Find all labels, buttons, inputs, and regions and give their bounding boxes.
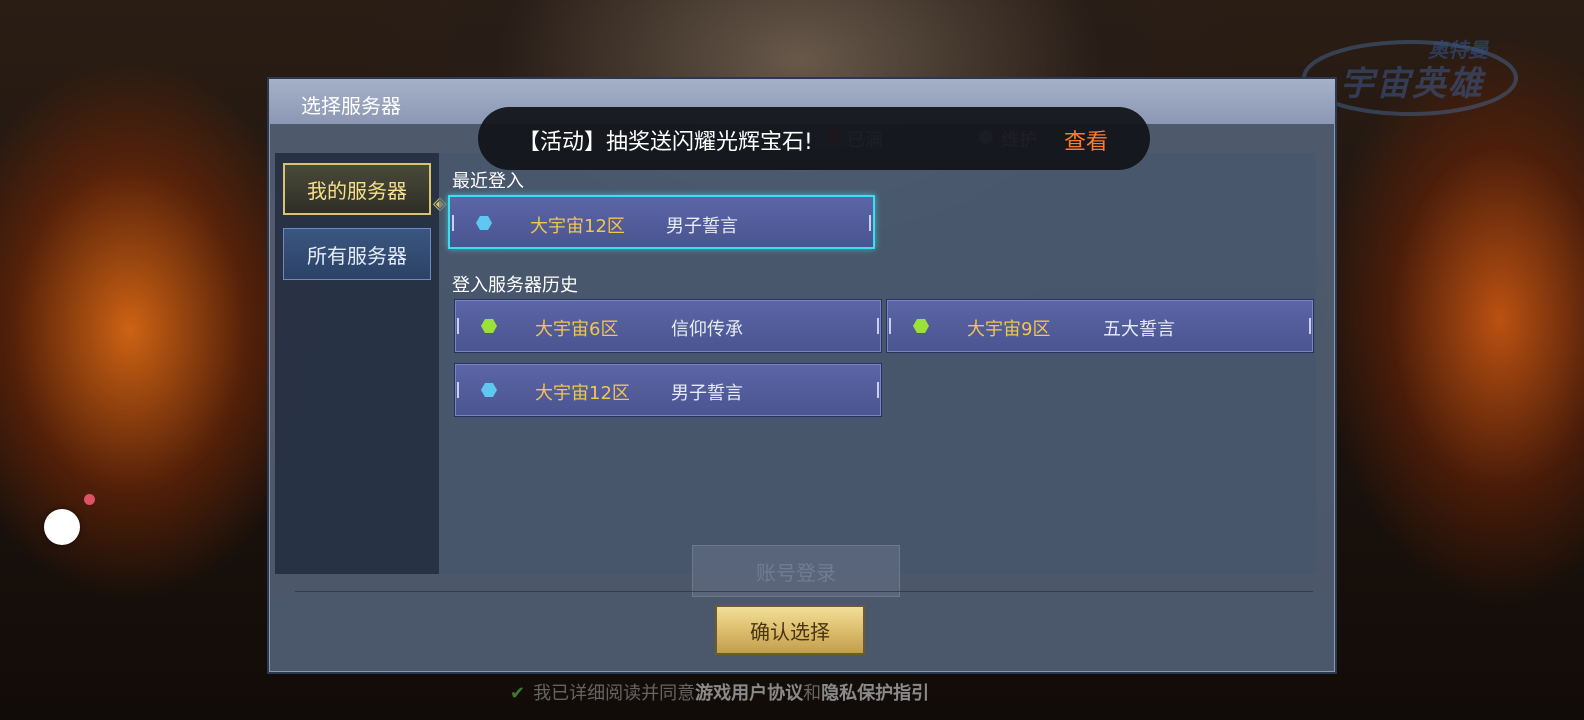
server-content-panel: 最近登入 大宇宙12区 男子誓言 登入服务器历史 大宇宙6区 信仰传承 大宇宙9… <box>439 153 1316 574</box>
server-status-icon <box>481 383 497 397</box>
floating-assistant-button[interactable] <box>44 509 80 545</box>
server-name: 五大誓言 <box>1103 319 1175 340</box>
server-zone: 大宇宙12区 <box>535 383 630 404</box>
history-server-card[interactable]: 大宇宙6区 信仰传承 <box>454 299 882 353</box>
confirm-select-label: 确认选择 <box>750 619 830 644</box>
card-edge-right <box>877 382 879 398</box>
dialog-divider <box>295 591 1313 592</box>
server-name: 信仰传承 <box>671 319 743 340</box>
server-zone: 大宇宙12区 <box>530 216 625 237</box>
logo-main-text: 宇宙英雄 <box>1340 64 1484 104</box>
login-history-title: 登入服务器历史 <box>452 275 578 296</box>
dialog-title: 选择服务器 <box>301 94 401 118</box>
privacy-guide-link[interactable]: 隐私保护指引 <box>821 683 929 704</box>
event-toast-text: 【活动】抽奖送闪耀光辉宝石! <box>518 130 813 155</box>
card-edge-left <box>457 382 459 398</box>
server-status-icon <box>476 216 492 230</box>
card-edge-right <box>877 318 879 334</box>
card-edge-left <box>889 318 891 334</box>
history-server-card[interactable]: 大宇宙9区 五大誓言 <box>886 299 1314 353</box>
card-edge-right <box>1309 318 1311 334</box>
card-edge-right <box>869 215 871 231</box>
server-zone: 大宇宙6区 <box>535 319 619 340</box>
agreement-middle: 和 <box>803 683 822 704</box>
card-edge-left <box>457 318 459 334</box>
agreement-prefix: 我已详细阅读并同意 <box>533 683 696 704</box>
agreement-line: ✔ 我已详细阅读并同意游戏用户协议和隐私保护指引 <box>510 679 929 705</box>
user-agreement-link[interactable]: 游戏用户协议 <box>695 683 803 704</box>
notification-dot-icon <box>84 494 95 505</box>
account-login-button: 账号登录 <box>692 545 900 597</box>
tab-all-servers-label: 所有服务器 <box>307 243 407 268</box>
card-edge-left <box>452 215 454 231</box>
server-status-icon <box>481 319 497 333</box>
tab-my-servers[interactable]: 我的服务器 ◈ <box>283 163 447 215</box>
event-toast: 【活动】抽奖送闪耀光辉宝石! 查看 <box>478 107 1150 170</box>
account-login-label: 账号登录 <box>756 560 836 585</box>
server-status-icon <box>913 319 929 333</box>
history-server-card[interactable]: 大宇宙12区 男子誓言 <box>454 363 882 417</box>
server-zone: 大宇宙9区 <box>967 319 1051 340</box>
server-name: 男子誓言 <box>671 383 743 404</box>
tab-my-servers-label: 我的服务器 <box>307 178 407 203</box>
server-sidebar: 我的服务器 ◈ 所有服务器 <box>275 153 447 574</box>
recent-login-title: 最近登入 <box>452 171 524 192</box>
recent-server-card[interactable]: 大宇宙12区 男子誓言 <box>448 195 875 249</box>
server-name: 男子誓言 <box>666 216 738 237</box>
view-event-link[interactable]: 查看 <box>1064 124 1108 156</box>
checkmark-icon[interactable]: ✔ <box>510 683 525 704</box>
confirm-select-button[interactable]: 确认选择 <box>715 605 865 655</box>
tab-all-servers[interactable]: 所有服务器 <box>283 228 431 280</box>
